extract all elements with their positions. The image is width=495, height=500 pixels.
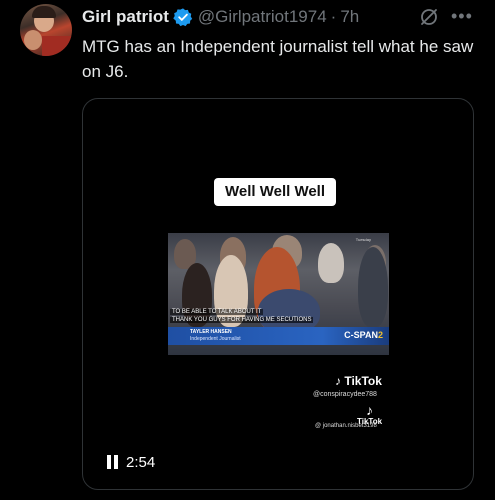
tweet-timestamp[interactable]: 7h (340, 7, 359, 27)
video-duration: 2:54 (126, 454, 156, 471)
tiktok-watermark: ♪ TikTok (335, 374, 382, 388)
lower-third-banner: TAYLER HANSEN Independent Journalist C-S… (168, 327, 389, 345)
video-player[interactable]: Well Well Well Tuesday TO BE ABLE TO TAL… (82, 98, 474, 490)
audience-person (318, 243, 344, 283)
pause-icon[interactable] (107, 455, 119, 469)
network-prefix: C-SPAN (344, 330, 378, 340)
tiktok-label: TikTok (344, 374, 382, 388)
tiktok-logo-icon: ♪ (335, 374, 341, 388)
corner-timestamp: Tuesday (355, 237, 371, 242)
avatar-shirt (42, 36, 72, 56)
tiktok-handle-secondary: @ jonathan.nisbet3198 (315, 423, 377, 429)
subtitle-line-1: TO BE ABLE TO TALK ABOUT IT (170, 309, 264, 315)
author-avatar[interactable] (20, 4, 72, 56)
more-options-icon[interactable]: ••• (451, 6, 473, 26)
avatar-face-secondary (24, 30, 42, 50)
tweet-text: MTG has an Independent journalist tell w… (82, 37, 474, 81)
author-name[interactable]: Girl patriot (82, 7, 169, 27)
tiktok-logo-icon: ♪ (366, 402, 374, 418)
lower-third-title: Independent Journalist (190, 336, 241, 342)
video-frame: Tuesday TO BE ABLE TO TALK ABOUT IT THAN… (168, 233, 389, 355)
network-number: 2 (377, 330, 383, 340)
tweet-header: Girl patriot @Girlpatriot1974 · 7h (82, 6, 359, 28)
network-logo: C-SPAN2 (344, 330, 383, 340)
meta-separator: · (330, 7, 337, 26)
subtitle-line-2: THANK YOU GUYS FOR HAVING ME SECUTIONS (170, 317, 314, 323)
lower-third-name: TAYLER HANSEN (190, 329, 232, 335)
author-handle[interactable]: @Girlpatriot1974 (198, 7, 327, 27)
avatar-hair (32, 6, 56, 18)
tiktok-handle: @conspiracydee788 (313, 391, 377, 398)
man-seated-right (358, 247, 388, 327)
grok-icon[interactable] (419, 7, 439, 27)
video-caption: Well Well Well (214, 178, 336, 206)
verified-badge-icon (173, 8, 193, 27)
